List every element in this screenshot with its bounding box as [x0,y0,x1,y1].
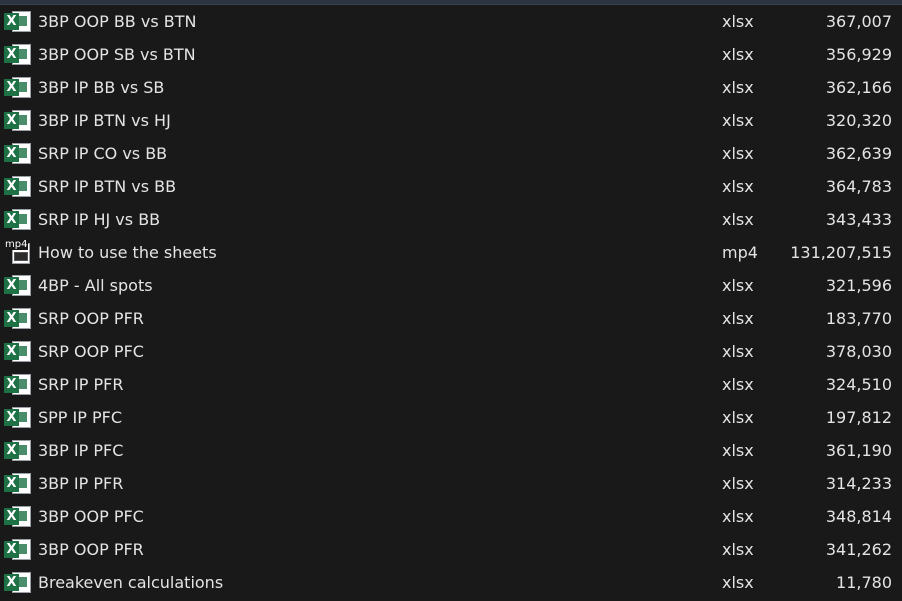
file-type: xlsx [722,111,754,130]
excel-icon: X [4,75,32,100]
excel-icon: X [4,207,32,232]
file-type: xlsx [722,12,754,31]
file-type: xlsx [722,276,754,295]
file-size: 183,770 [825,309,892,328]
excel-icon: X [4,273,32,298]
excel-icon: X [4,9,32,34]
file-name: 3BP IP BB vs SB [38,78,165,97]
file-type: xlsx [722,573,754,592]
file-size: 367,007 [825,12,892,31]
file-size: 320,320 [825,111,892,130]
file-name: SRP IP HJ vs BB [38,210,161,229]
file-row[interactable]: X 4BP - All spots xlsx 321,596 [0,269,902,302]
file-size: 343,433 [825,210,892,229]
file-size: 362,639 [825,144,892,163]
file-row[interactable]: X 3BP OOP PFR xlsx 341,262 [0,533,902,566]
file-type: xlsx [722,177,754,196]
file-name: SRP IP CO vs BB [38,144,168,163]
file-size: 341,262 [825,540,892,559]
file-size: 131,207,515 [790,243,892,262]
file-name: Breakeven calculations [38,573,224,592]
file-row[interactable]: X SRP IP BTN vs BB xlsx 364,783 [0,170,902,203]
excel-icon: X [4,108,32,133]
file-name: 3BP OOP BB vs BTN [38,12,197,31]
video-file-icon-label: mp4 [4,239,29,250]
file-size: 321,596 [825,276,892,295]
excel-icon: X [4,504,32,529]
file-type: xlsx [722,375,754,394]
excel-icon: X [4,537,32,562]
file-type: xlsx [722,507,754,526]
file-row[interactable]: X Breakeven calculations xlsx 11,780 [0,566,902,599]
file-name: 3BP IP PFC [38,441,124,460]
file-row[interactable]: X 3BP IP BB vs SB xlsx 362,166 [0,71,902,104]
file-size: 324,510 [825,375,892,394]
file-type: xlsx [722,540,754,559]
video-file-icon: mp4 [4,239,32,265]
file-name: SRP IP PFR [38,375,124,394]
file-name: How to use the sheets [38,243,217,262]
excel-icon: X [4,471,32,496]
file-row[interactable]: X 3BP OOP PFC xlsx 348,814 [0,500,902,533]
file-type: xlsx [722,408,754,427]
file-size: 197,812 [825,408,892,427]
file-type: mp4 [722,243,758,262]
file-type: xlsx [722,78,754,97]
file-name: 3BP OOP SB vs BTN [38,45,196,64]
file-row[interactable]: X SRP OOP PFC xlsx 378,030 [0,335,902,368]
file-row[interactable]: X SRP IP PFR xlsx 324,510 [0,368,902,401]
file-type: xlsx [722,474,754,493]
file-size: 348,814 [825,507,892,526]
file-size: 364,783 [825,177,892,196]
file-list: X 3BP OOP BB vs BTN xlsx 367,007 X 3BP OOP SB… [0,5,902,599]
file-size: 362,166 [825,78,892,97]
excel-icon: X [4,174,32,199]
excel-icon: X [4,372,32,397]
file-type: xlsx [722,342,754,361]
excel-icon: X [4,141,32,166]
file-row[interactable]: X 3BP IP BTN vs HJ xlsx 320,320 [0,104,902,137]
file-row[interactable]: mp4 How to use the sheets mp4 131,207,515 [0,236,902,269]
file-row[interactable]: X 3BP OOP BB vs BTN xlsx 367,007 [0,5,902,38]
excel-icon: X [4,570,32,595]
excel-icon: X [4,438,32,463]
file-size: 356,929 [825,45,892,64]
excel-icon: X [4,339,32,364]
file-name: 3BP IP BTN vs HJ [38,111,171,130]
file-row[interactable]: X SRP OOP PFR xlsx 183,770 [0,302,902,335]
file-row[interactable]: X 3BP OOP SB vs BTN xlsx 356,929 [0,38,902,71]
file-type: xlsx [722,144,754,163]
file-name: SPP IP PFC [38,408,123,427]
file-size: 314,233 [825,474,892,493]
file-name: SRP OOP PFR [38,309,144,328]
file-size: 11,780 [836,573,892,592]
excel-icon: X [4,306,32,331]
file-type: xlsx [722,210,754,229]
file-size: 361,190 [825,441,892,460]
file-row[interactable]: X SRP IP HJ vs BB xlsx 343,433 [0,203,902,236]
excel-icon: X [4,42,32,67]
file-row[interactable]: X 3BP IP PFC xlsx 361,190 [0,434,902,467]
file-name: SRP IP BTN vs BB [38,177,177,196]
file-type: xlsx [722,441,754,460]
excel-icon: X [4,405,32,430]
file-row[interactable]: X SRP IP CO vs BB xlsx 362,639 [0,137,902,170]
file-name: 3BP OOP PFC [38,507,144,526]
file-name: SRP OOP PFC [38,342,144,361]
file-type: xlsx [722,45,754,64]
file-row[interactable]: X 3BP IP PFR xlsx 314,233 [0,467,902,500]
file-name: 4BP - All spots [38,276,153,295]
file-name: 3BP OOP PFR [38,540,144,559]
file-name: 3BP IP PFR [38,474,124,493]
file-type: xlsx [722,309,754,328]
file-row[interactable]: X SPP IP PFC xlsx 197,812 [0,401,902,434]
file-size: 378,030 [825,342,892,361]
